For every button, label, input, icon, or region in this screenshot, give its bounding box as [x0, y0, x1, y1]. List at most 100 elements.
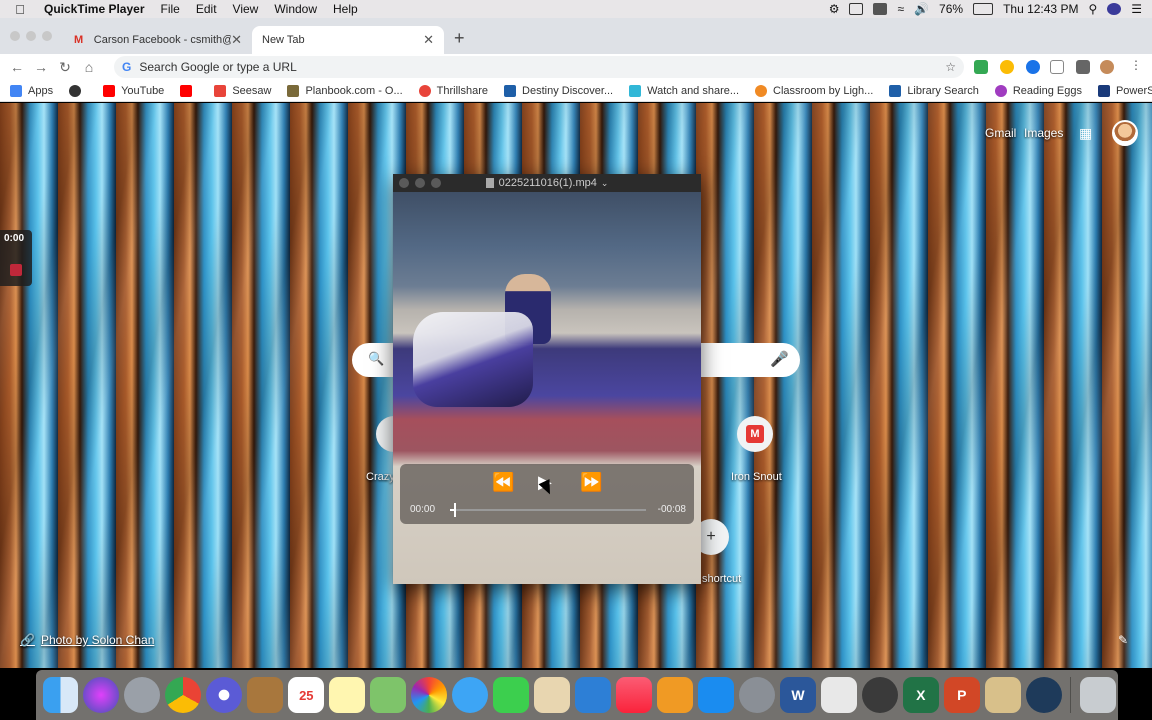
- google-profile-avatar[interactable]: [1112, 120, 1138, 146]
- music-icon[interactable]: [616, 677, 653, 713]
- bookmark-seesaw[interactable]: Seesaw: [206, 84, 279, 97]
- screen-status-icon[interactable]: [873, 3, 888, 15]
- battery-icon[interactable]: [973, 3, 994, 15]
- contacts-book-icon[interactable]: [247, 677, 284, 713]
- extension-green-icon[interactable]: [974, 60, 988, 74]
- apple-menu-icon[interactable]: : [0, 2, 40, 17]
- menu-edit[interactable]: Edit: [188, 2, 225, 16]
- menu-view[interactable]: View: [225, 2, 267, 16]
- word-icon[interactable]: W: [779, 677, 816, 713]
- video-utility-icon[interactable]: [861, 677, 898, 713]
- bookmark-library-search[interactable]: Library Search: [881, 84, 987, 97]
- gear-status-icon[interactable]: ⚙: [829, 2, 840, 16]
- gmail-link[interactable]: Gmail: [985, 126, 1016, 140]
- trash-icon[interactable]: [1079, 677, 1116, 713]
- window-zoom-button[interactable]: [42, 31, 52, 41]
- facetime-icon[interactable]: [493, 677, 530, 713]
- shortcut-tile-iron-snout[interactable]: M: [737, 416, 773, 452]
- bookmark-globe[interactable]: [61, 84, 95, 97]
- finder-icon[interactable]: [42, 677, 79, 713]
- extension-heart-icon[interactable]: [1000, 60, 1014, 74]
- tab-close-icon[interactable]: ✕: [231, 32, 242, 48]
- extensions-puzzle-icon[interactable]: [1076, 60, 1090, 74]
- paper-doc-icon[interactable]: [820, 677, 857, 713]
- bookmark-thrillshare[interactable]: Thrillshare: [411, 84, 496, 97]
- google-apps-grid-icon[interactable]: ▦: [1079, 125, 1092, 142]
- chrome-menu-icon[interactable]: ⋮: [1130, 58, 1142, 72]
- battery-percent[interactable]: 76%: [939, 2, 963, 16]
- home-icon[interactable]: ⌂: [77, 59, 101, 75]
- powerpoint-icon[interactable]: P: [943, 677, 980, 713]
- window-minimize-button[interactable]: [26, 31, 36, 41]
- qt-zoom-button[interactable]: [431, 178, 441, 188]
- fast-forward-button[interactable]: ⏩: [580, 472, 602, 493]
- bookmark-watch-share[interactable]: Watch and share...: [621, 84, 747, 97]
- tab-carson-facebook[interactable]: M Carson Facebook - csmith@us ✕: [64, 26, 252, 54]
- user-avatar-icon[interactable]: [1107, 3, 1122, 15]
- scrubber-track[interactable]: [450, 503, 646, 517]
- microphone-icon[interactable]: 🎤: [770, 350, 789, 368]
- tab-new-tab[interactable]: New Tab ✕: [252, 26, 444, 54]
- calendar-icon[interactable]: 25: [288, 677, 325, 713]
- scrubber-playhead[interactable]: [453, 503, 456, 517]
- menu-file[interactable]: File: [153, 2, 188, 16]
- photo-credit-link[interactable]: 🔗 Photo by Solon Chan: [20, 633, 154, 647]
- images-link[interactable]: Images: [1024, 126, 1063, 140]
- quicktime-titlebar[interactable]: 0225211016(1).mp4 ⌄: [393, 174, 701, 192]
- menubar-clock[interactable]: Thu 12:43 PM: [1003, 2, 1078, 16]
- flower-app-icon[interactable]: [206, 677, 243, 713]
- notes-icon[interactable]: [329, 677, 366, 713]
- rewind-button[interactable]: ⏪: [492, 472, 514, 493]
- reload-icon[interactable]: ↻: [53, 59, 77, 76]
- window-close-button[interactable]: [10, 31, 20, 41]
- bookmark-youtube-2[interactable]: [172, 84, 206, 97]
- wifi-icon[interactable]: ≈: [897, 2, 904, 16]
- bookmark-reading-eggs[interactable]: Reading Eggs: [987, 84, 1090, 97]
- pencil-app-icon[interactable]: [984, 677, 1021, 713]
- omnibox[interactable]: G Search Google or type a URL ☆: [114, 56, 964, 78]
- excel-icon[interactable]: X: [902, 677, 939, 713]
- stop-recording-button[interactable]: [10, 264, 22, 276]
- chevron-down-icon[interactable]: ⌄: [601, 178, 609, 189]
- close-status-icon[interactable]: [849, 3, 864, 15]
- screen-recorder-widget: 0:00: [0, 230, 32, 286]
- bookmark-star-icon[interactable]: ☆: [945, 60, 956, 74]
- maps-icon[interactable]: [370, 677, 407, 713]
- chrome-tab-strip: M Carson Facebook - csmith@us ✕ New Tab …: [0, 18, 1152, 54]
- books-icon[interactable]: [657, 677, 693, 713]
- extension-grid-icon[interactable]: [1050, 60, 1064, 74]
- back-arrow-icon[interactable]: ←: [5, 59, 29, 75]
- bookmark-powerschool[interactable]: PowerSchool: [1090, 84, 1152, 97]
- chrome-icon[interactable]: [165, 677, 202, 713]
- bookmark-planbook[interactable]: Planbook.com - O...: [279, 84, 410, 97]
- notification-center-icon[interactable]: ☰: [1131, 2, 1142, 16]
- messages-icon[interactable]: [452, 677, 489, 713]
- quicktime-icon[interactable]: [1025, 677, 1062, 713]
- photos-icon[interactable]: [411, 677, 448, 713]
- bookmark-apps[interactable]: Apps: [0, 84, 61, 97]
- qt-minimize-button[interactable]: [415, 178, 425, 188]
- video-frame[interactable]: [393, 192, 701, 584]
- bookmark-classroom[interactable]: Classroom by Ligh...: [747, 84, 881, 97]
- ntp-search-box-end[interactable]: 🎤: [698, 343, 800, 377]
- extension-blue-icon[interactable]: [1026, 60, 1040, 74]
- qt-close-button[interactable]: [399, 178, 409, 188]
- keynote-icon[interactable]: [575, 677, 612, 713]
- launchpad-rocket-icon[interactable]: [124, 677, 161, 713]
- profile-avatar-icon[interactable]: [1100, 60, 1114, 74]
- bookmark-youtube[interactable]: YouTube: [95, 84, 172, 97]
- bookmark-destiny[interactable]: Destiny Discover...: [496, 84, 621, 97]
- app-menu[interactable]: QuickTime Player: [40, 2, 153, 16]
- volume-icon[interactable]: 🔊: [914, 2, 929, 16]
- preview-icon[interactable]: [534, 677, 571, 713]
- siri-icon[interactable]: [83, 677, 120, 713]
- forward-arrow-icon[interactable]: →: [29, 59, 53, 75]
- menu-help[interactable]: Help: [325, 2, 366, 16]
- system-preferences-icon[interactable]: [738, 677, 775, 713]
- tab-close-icon[interactable]: ✕: [423, 32, 434, 48]
- spotlight-search-icon[interactable]: ⚲: [1088, 2, 1097, 16]
- customize-pencil-icon[interactable]: ✎: [1118, 633, 1128, 647]
- app-store-icon[interactable]: [698, 677, 734, 713]
- new-tab-plus-icon[interactable]: +: [454, 28, 465, 49]
- menu-window[interactable]: Window: [266, 2, 325, 16]
